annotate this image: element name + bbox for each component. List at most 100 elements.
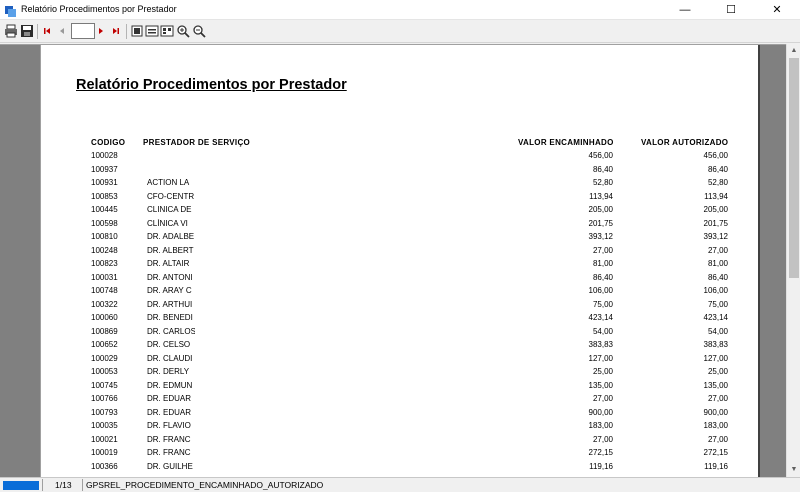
row-code: 100931: [91, 178, 118, 187]
close-button[interactable]: ✕: [754, 0, 800, 20]
row-forwarded-value: 456,00: [588, 151, 613, 160]
row-forwarded-value: 127,00: [588, 353, 613, 363]
row-authorized-value: 183,00: [703, 421, 728, 430]
zoom-in-icon[interactable]: [176, 24, 190, 38]
row-forwarded-value: 106,00: [588, 286, 613, 295]
row-forwarded-value: 113,94: [589, 191, 613, 201]
scroll-down-icon[interactable]: ▼: [787, 463, 800, 477]
row-provider: DR. EDMUN: [147, 380, 193, 390]
row-forwarded-value: 27,00: [592, 245, 613, 255]
whole-page-icon[interactable]: [130, 24, 144, 38]
row-code: 100035: [91, 421, 118, 430]
page-width-icon[interactable]: [145, 24, 159, 38]
table-row: 100745 DR. EDMUN 135,00 135,00: [41, 381, 761, 395]
row-code: 100869: [91, 326, 118, 336]
table-row: 100766 DR. EDUAR 27,00 27,00: [41, 394, 761, 408]
table-row: 100853 CFO-CENTR 113,94 113,94: [41, 192, 761, 206]
row-authorized-value: 113,94: [704, 191, 728, 201]
minimize-button[interactable]: —: [662, 0, 708, 20]
row-provider: DR. EDUAR: [147, 394, 192, 403]
row-forwarded-value: 81,00: [592, 259, 613, 268]
vertical-scrollbar[interactable]: ▲ ▼: [786, 44, 800, 477]
row-code: 100745: [91, 380, 118, 390]
row-forwarded-value: 900,00: [588, 407, 613, 417]
row-authorized-value: 86,40: [707, 164, 728, 174]
table-row: 100445 CLINICA DE 205,00 205,00: [41, 205, 761, 219]
table-row: 100793 DR. EDUAR 900,00 900,00: [41, 408, 761, 422]
row-authorized-value: 119,16: [704, 461, 728, 471]
row-authorized-value: 423,14: [703, 313, 728, 322]
row-provider: DR. FRANC: [147, 448, 191, 457]
row-code: 100060: [91, 313, 118, 322]
row-provider: DR. EDUAR: [147, 407, 192, 417]
table-row: 100652 DR. CELSO 383,83 383,83: [41, 340, 761, 354]
row-authorized-value: 383,83: [703, 340, 728, 349]
row-code: 100248: [91, 245, 118, 255]
preview-area[interactable]: Relatório Procedimentos por Prestador CO…: [0, 44, 786, 477]
row-code: 100598: [91, 218, 118, 228]
row-provider: DR. ADALBE: [147, 232, 195, 241]
next-page-icon[interactable]: [94, 24, 108, 38]
row-provider: DR. ARAY C: [147, 286, 192, 295]
row-forwarded-value: 205,00: [588, 205, 613, 214]
table-row: 100810 DR. ADALBE 393,12 393,12: [41, 232, 761, 246]
column-header-authorized-value: VALOR AUTORIZADO: [641, 138, 729, 147]
row-forwarded-value: 272,15: [588, 448, 613, 457]
scroll-up-icon[interactable]: ▲: [787, 44, 800, 58]
row-forwarded-value: 54,00: [592, 326, 613, 336]
status-page-count: 1/13: [55, 480, 72, 490]
table-row: 100823 DR. ALTAIR 81,00 81,00: [41, 259, 761, 273]
row-provider: DR. CELSO: [147, 340, 191, 349]
row-code: 100810: [91, 232, 118, 241]
row-code: 100029: [91, 353, 118, 363]
row-forwarded-value: 393,12: [588, 232, 613, 241]
page-number-input[interactable]: [71, 23, 95, 39]
row-code: 100937: [91, 164, 118, 174]
row-authorized-value: 106,00: [703, 286, 728, 295]
status-report-name: GPSREL_PROCEDIMENTO_ENCAMINHADO_AUTORIZA…: [86, 480, 324, 490]
row-forwarded-value: 383,83: [588, 340, 613, 349]
row-authorized-value: 54,00: [707, 326, 728, 336]
row-forwarded-value: 135,00: [588, 380, 613, 390]
column-header-provider: PRESTADOR DE SERVIÇO: [143, 138, 251, 147]
last-page-icon[interactable]: [109, 24, 123, 38]
row-provider: DR. ALBERT: [147, 245, 194, 255]
row-forwarded-value: 25,00: [592, 367, 613, 376]
row-provider: CLÍNICA VI: [147, 218, 188, 228]
print-icon[interactable]: [4, 24, 18, 38]
maximize-button[interactable]: ☐: [708, 0, 754, 20]
row-forwarded-value: 423,14: [588, 313, 613, 322]
row-provider: DR. CLAUDI: [147, 353, 193, 363]
row-code: 100445: [91, 205, 118, 214]
multiple-pages-icon[interactable]: [160, 24, 174, 38]
row-code: 100031: [91, 272, 118, 282]
app-icon: [5, 4, 17, 17]
report-rows: 100028 456,00 456,00 100937 86,40 86,40 100931…: [41, 151, 761, 475]
scrollbar-thumb[interactable]: [789, 58, 799, 278]
table-row: 100031 DR. ANTONI 86,40 86,40: [41, 273, 761, 287]
row-code: 100019: [91, 448, 118, 457]
row-code: 100366: [91, 461, 118, 471]
row-code: 100322: [91, 299, 118, 309]
table-row: 100869 DR. CARLOS 54,00 54,00: [41, 327, 761, 341]
save-icon[interactable]: [20, 24, 34, 38]
previous-page-icon[interactable]: [55, 24, 69, 38]
row-forwarded-value: 86,40: [592, 272, 613, 282]
table-row: 100598 CLÍNICA VI 201,75 201,75: [41, 219, 761, 233]
table-row: 100931 ACTION LA 52,80 52,80: [41, 178, 761, 192]
first-page-icon[interactable]: [40, 24, 54, 38]
row-authorized-value: 27,00: [707, 434, 728, 444]
row-authorized-value: 900,00: [703, 407, 728, 417]
zoom-out-icon[interactable]: [192, 24, 206, 38]
column-header-code: CODIGO: [91, 138, 126, 147]
row-code: 100028: [91, 151, 118, 160]
table-row: 100028 456,00 456,00: [41, 151, 761, 165]
row-provider: DR. BENEDI: [147, 313, 193, 322]
row-forwarded-value: 86,40: [592, 164, 613, 174]
table-row: 100021 DR. FRANC 27,00 27,00: [41, 435, 761, 449]
progress-bar: [3, 481, 39, 490]
row-provider: DR. ARTHUI: [147, 299, 193, 309]
window-title: Relatório Procedimentos por Prestador: [21, 4, 177, 14]
row-code: 100021: [91, 434, 118, 444]
row-provider: ACTION LA: [147, 178, 190, 187]
